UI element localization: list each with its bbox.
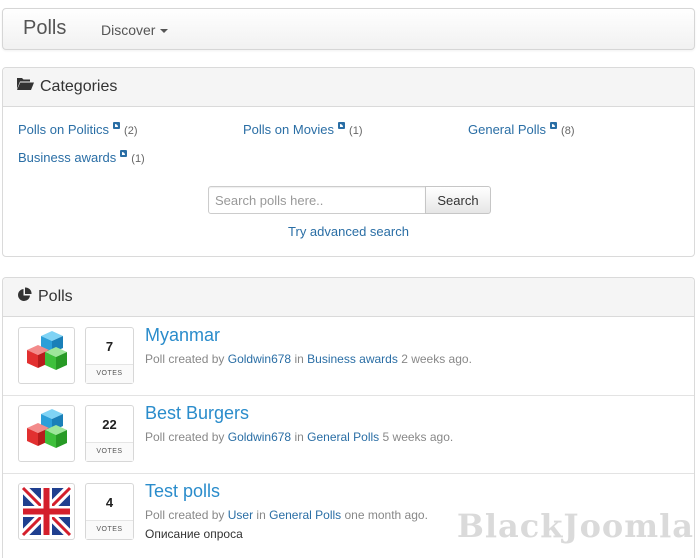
cubes-icon — [27, 409, 67, 448]
poll-time: one month ago. — [344, 508, 428, 522]
category-count: (8) — [561, 125, 575, 137]
poll-title-link[interactable]: Myanmar — [145, 325, 220, 346]
poll-title-link[interactable]: Test polls — [145, 481, 220, 502]
votes-label: VOTES — [86, 364, 133, 383]
poll-meta-in: in — [256, 508, 266, 522]
cubes-icon — [27, 331, 67, 370]
poll-meta-prefix: Poll created by — [145, 508, 225, 522]
rss-icon[interactable] — [113, 122, 121, 129]
poll-meta: Poll created by Goldwin678 in Business a… — [145, 352, 472, 366]
poll-meta-in: in — [294, 430, 304, 444]
poll-meta: Poll created by User in General Polls on… — [145, 508, 428, 522]
votes-count: 22 — [102, 417, 117, 432]
votes-box: 7 VOTES — [85, 327, 134, 384]
votes-label: VOTES — [86, 442, 133, 461]
folder-open-icon — [17, 77, 34, 96]
poll-author-link[interactable]: Goldwin678 — [228, 352, 291, 366]
search-button[interactable]: Search — [425, 186, 491, 214]
poll-title-link[interactable]: Best Burgers — [145, 403, 249, 424]
polls-title: Polls — [38, 288, 73, 305]
poll-author-link[interactable]: Goldwin678 — [228, 430, 291, 444]
poll-meta-in: in — [294, 352, 304, 366]
search-group: Search — [208, 186, 491, 214]
category-item: Business awards (1) — [18, 150, 145, 165]
poll-row: 22 VOTES Best Burgers Poll created by Go… — [3, 395, 694, 474]
poll-description: Описание опроса — [145, 527, 243, 541]
poll-time: 5 weeks ago. — [382, 430, 454, 444]
poll-meta-prefix: Poll created by — [145, 430, 225, 444]
poll-author-link[interactable]: User — [228, 508, 253, 522]
advanced-search-link[interactable]: Try advanced search — [288, 224, 409, 239]
category-count: (1) — [131, 153, 145, 165]
votes-label: VOTES — [86, 520, 133, 539]
poll-meta: Poll created by Goldwin678 in General Po… — [145, 430, 453, 444]
categories-heading: Categories — [3, 68, 694, 107]
categories-title: Categories — [40, 77, 118, 95]
search-input[interactable] — [208, 186, 426, 214]
votes-count: 7 — [105, 339, 114, 354]
category-count: (2) — [124, 125, 138, 137]
poll-category-link[interactable]: Business awards — [307, 352, 398, 366]
poll-thumbnail[interactable] — [18, 483, 75, 540]
top-navbar: Polls Discover — [2, 8, 695, 50]
rss-icon[interactable] — [550, 122, 558, 129]
uk-flag-icon — [19, 484, 74, 539]
discover-label: Discover — [101, 22, 156, 38]
poll-meta-prefix: Poll created by — [145, 352, 225, 366]
advanced-search-row: Try advanced search — [3, 224, 694, 239]
poll-category-link[interactable]: General Polls — [307, 430, 379, 444]
category-item: Polls on Movies (1) — [243, 122, 363, 137]
category-item: Polls on Politics (2) — [18, 122, 138, 137]
votes-box: 22 VOTES — [85, 405, 134, 462]
votes-count: 4 — [105, 495, 114, 510]
pie-chart-icon — [17, 287, 32, 307]
poll-category-link[interactable]: General Polls — [269, 508, 341, 522]
category-link-politics[interactable]: Polls on Politics — [18, 122, 109, 137]
watermark: BlackJoomla — [456, 507, 694, 545]
category-link-movies[interactable]: Polls on Movies — [243, 122, 334, 137]
poll-time: 2 weeks ago. — [401, 352, 472, 366]
discover-dropdown[interactable]: Discover — [101, 22, 169, 38]
rss-icon[interactable] — [338, 122, 346, 129]
brand-link[interactable]: Polls — [23, 17, 66, 40]
category-count: (1) — [349, 125, 363, 137]
caret-down-icon — [160, 29, 169, 34]
category-link-general[interactable]: General Polls — [468, 122, 546, 137]
categories-panel: Categories Polls on Politics (2) Polls on… — [2, 67, 695, 257]
polls-heading: Polls — [3, 278, 694, 317]
poll-row: 7 VOTES Myanmar Poll created by Goldwin6… — [3, 317, 694, 396]
poll-thumbnail[interactable] — [18, 327, 75, 384]
category-link-business[interactable]: Business awards — [18, 150, 116, 165]
rss-icon[interactable] — [120, 150, 128, 157]
poll-thumbnail[interactable] — [18, 405, 75, 462]
votes-box: 4 VOTES — [85, 483, 134, 540]
category-item: General Polls (8) — [468, 122, 575, 137]
